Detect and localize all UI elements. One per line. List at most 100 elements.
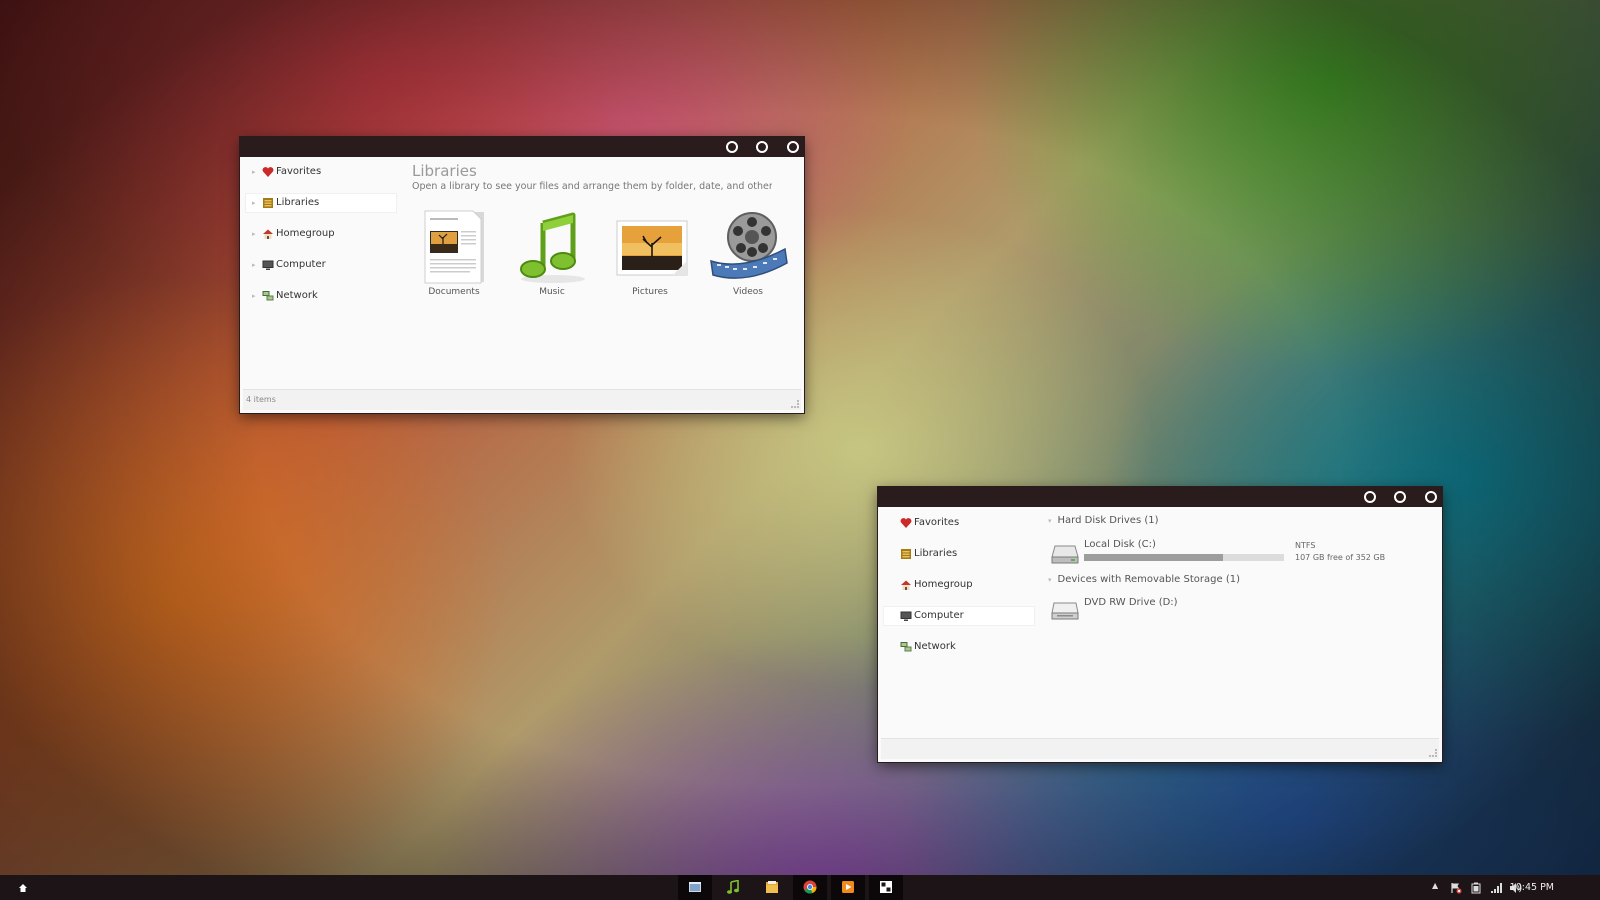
explorer-icon	[689, 882, 701, 892]
nav-item-favorites[interactable]: Favorites	[884, 514, 1034, 532]
maximize-button[interactable]	[756, 141, 768, 153]
local-disk-item[interactable]: Local Disk (C:) NTFS 107 GB free of 352 …	[1051, 537, 1411, 573]
resize-grip-icon[interactable]	[1429, 749, 1437, 757]
free-space-label: 107 GB free of 352 GB	[1295, 553, 1386, 562]
page-description: Open a library to see your files and arr…	[412, 181, 772, 192]
chevron-right-icon[interactable]: ▸	[252, 256, 256, 274]
nav-item-libraries[interactable]: Libraries	[884, 545, 1034, 563]
dvd-drive-item[interactable]: DVD RW Drive (D:)	[1051, 595, 1251, 625]
dvd-drive-icon	[1051, 602, 1079, 620]
page-title: Libraries	[412, 162, 477, 180]
music-icon	[520, 212, 585, 283]
nav-item-network[interactable]: Network	[884, 638, 1034, 656]
library-music[interactable]: Music	[507, 209, 597, 299]
chevron-right-icon[interactable]: ▸	[252, 225, 256, 243]
item-count: 4 items	[246, 395, 276, 404]
network-icon	[262, 291, 274, 301]
libraries-icon	[901, 549, 911, 559]
battery-icon[interactable]	[1470, 882, 1482, 894]
close-button[interactable]	[1425, 491, 1437, 503]
nav-label: Favorites	[276, 166, 322, 177]
minimize-button[interactable]	[726, 141, 738, 153]
taskbar-explorer[interactable]	[678, 875, 712, 900]
action-center-flag-icon[interactable]	[1450, 882, 1462, 894]
nav-label: Libraries	[276, 197, 320, 208]
chevron-down-icon[interactable]: ▾	[1048, 517, 1052, 525]
nav-item-homegroup[interactable]: ▸ Homegroup	[246, 225, 396, 243]
nav-label: Homegroup	[276, 228, 335, 239]
nav-label: Homegroup	[914, 579, 973, 590]
maximize-button[interactable]	[1394, 491, 1406, 503]
filesystem-label: NTFS	[1295, 541, 1316, 550]
chevron-down-icon[interactable]: ▾	[1048, 576, 1052, 584]
nav-item-favorites[interactable]: ▸ Favorites	[246, 163, 396, 181]
library-label: Music	[539, 287, 565, 297]
minimize-button[interactable]	[1364, 491, 1376, 503]
computer-icon	[900, 611, 912, 621]
taskbar-music-player[interactable]	[716, 875, 750, 900]
close-button[interactable]	[787, 141, 799, 153]
library-pictures[interactable]: Pictures	[605, 209, 695, 299]
chevron-right-icon[interactable]: ▸	[252, 163, 256, 181]
chevron-right-icon[interactable]: ▸	[252, 287, 256, 305]
heart-icon	[900, 518, 912, 528]
disk-usage-bar	[1084, 554, 1284, 561]
disk-usage-fill	[1084, 554, 1224, 561]
status-bar	[881, 738, 1439, 759]
taskbar-screen[interactable]	[869, 875, 903, 900]
taskbar: ▲ 10:45 PM	[0, 875, 1600, 900]
chrome-icon	[803, 880, 817, 894]
status-bar: 4 items	[243, 389, 801, 410]
heart-icon	[262, 167, 274, 177]
taskbar-media-player[interactable]	[831, 875, 865, 900]
network-signal-icon[interactable]	[1490, 882, 1502, 894]
network-icon	[900, 642, 912, 652]
library-documents[interactable]: Documents	[409, 209, 499, 299]
window-content: ▸ Favorites ▸ Libraries ▸ Homegroup ▸ Co…	[243, 157, 801, 410]
computer-window: Favorites Libraries Homegroup Computer N…	[878, 487, 1442, 762]
start-button-icon[interactable]	[18, 883, 28, 893]
screen-icon	[880, 881, 892, 893]
hdd-section-header[interactable]: ▾ Hard Disk Drives (1)	[1048, 515, 1159, 526]
nav-item-network[interactable]: ▸ Network	[246, 287, 396, 305]
show-hidden-icons-icon[interactable]: ▲	[1432, 881, 1438, 890]
title-bar[interactable]	[240, 137, 804, 157]
music-player-icon	[727, 880, 739, 894]
folder-icon	[766, 881, 778, 893]
libraries-icon	[263, 198, 273, 208]
clock[interactable]: 10:45 PM	[1510, 875, 1554, 900]
nav-item-libraries[interactable]: ▸ Libraries	[246, 194, 396, 212]
homegroup-icon	[263, 229, 273, 239]
drive-name: DVD RW Drive (D:)	[1084, 597, 1178, 608]
taskbar-chrome[interactable]	[793, 875, 827, 900]
computer-icon	[262, 260, 274, 270]
media-player-icon	[842, 881, 854, 893]
chevron-right-icon[interactable]: ▸	[252, 194, 256, 212]
navigation-pane: Favorites Libraries Homegroup Computer N…	[881, 507, 1034, 737]
nav-label: Computer	[276, 259, 326, 270]
nav-label: Computer	[914, 610, 964, 621]
window-content: Favorites Libraries Homegroup Computer N…	[881, 507, 1439, 759]
taskbar-folder[interactable]	[755, 875, 789, 900]
nav-label: Network	[914, 641, 956, 652]
library-label: Documents	[428, 287, 480, 297]
pictures-icon	[616, 220, 688, 276]
library-label: Videos	[733, 287, 763, 297]
wallpaper-vignette	[0, 0, 1600, 900]
nav-item-computer[interactable]: Computer	[884, 607, 1034, 625]
nav-item-homegroup[interactable]: Homegroup	[884, 576, 1034, 594]
navigation-pane: ▸ Favorites ▸ Libraries ▸ Homegroup ▸ Co…	[243, 157, 396, 388]
resize-grip-icon[interactable]	[791, 400, 799, 408]
nav-label: Libraries	[914, 548, 958, 559]
removable-section-header[interactable]: ▾ Devices with Removable Storage (1)	[1048, 574, 1240, 585]
library-label: Pictures	[632, 287, 668, 297]
library-videos[interactable]: Videos	[703, 209, 793, 299]
documents-icon	[424, 210, 484, 284]
section-label: Hard Disk Drives (1)	[1057, 515, 1159, 526]
libraries-window: ▸ Favorites ▸ Libraries ▸ Homegroup ▸ Co…	[240, 137, 804, 413]
videos-icon	[710, 212, 788, 279]
title-bar[interactable]	[878, 487, 1442, 507]
drive-name: Local Disk (C:)	[1084, 539, 1156, 550]
section-label: Devices with Removable Storage (1)	[1057, 574, 1240, 585]
nav-item-computer[interactable]: ▸ Computer	[246, 256, 396, 274]
